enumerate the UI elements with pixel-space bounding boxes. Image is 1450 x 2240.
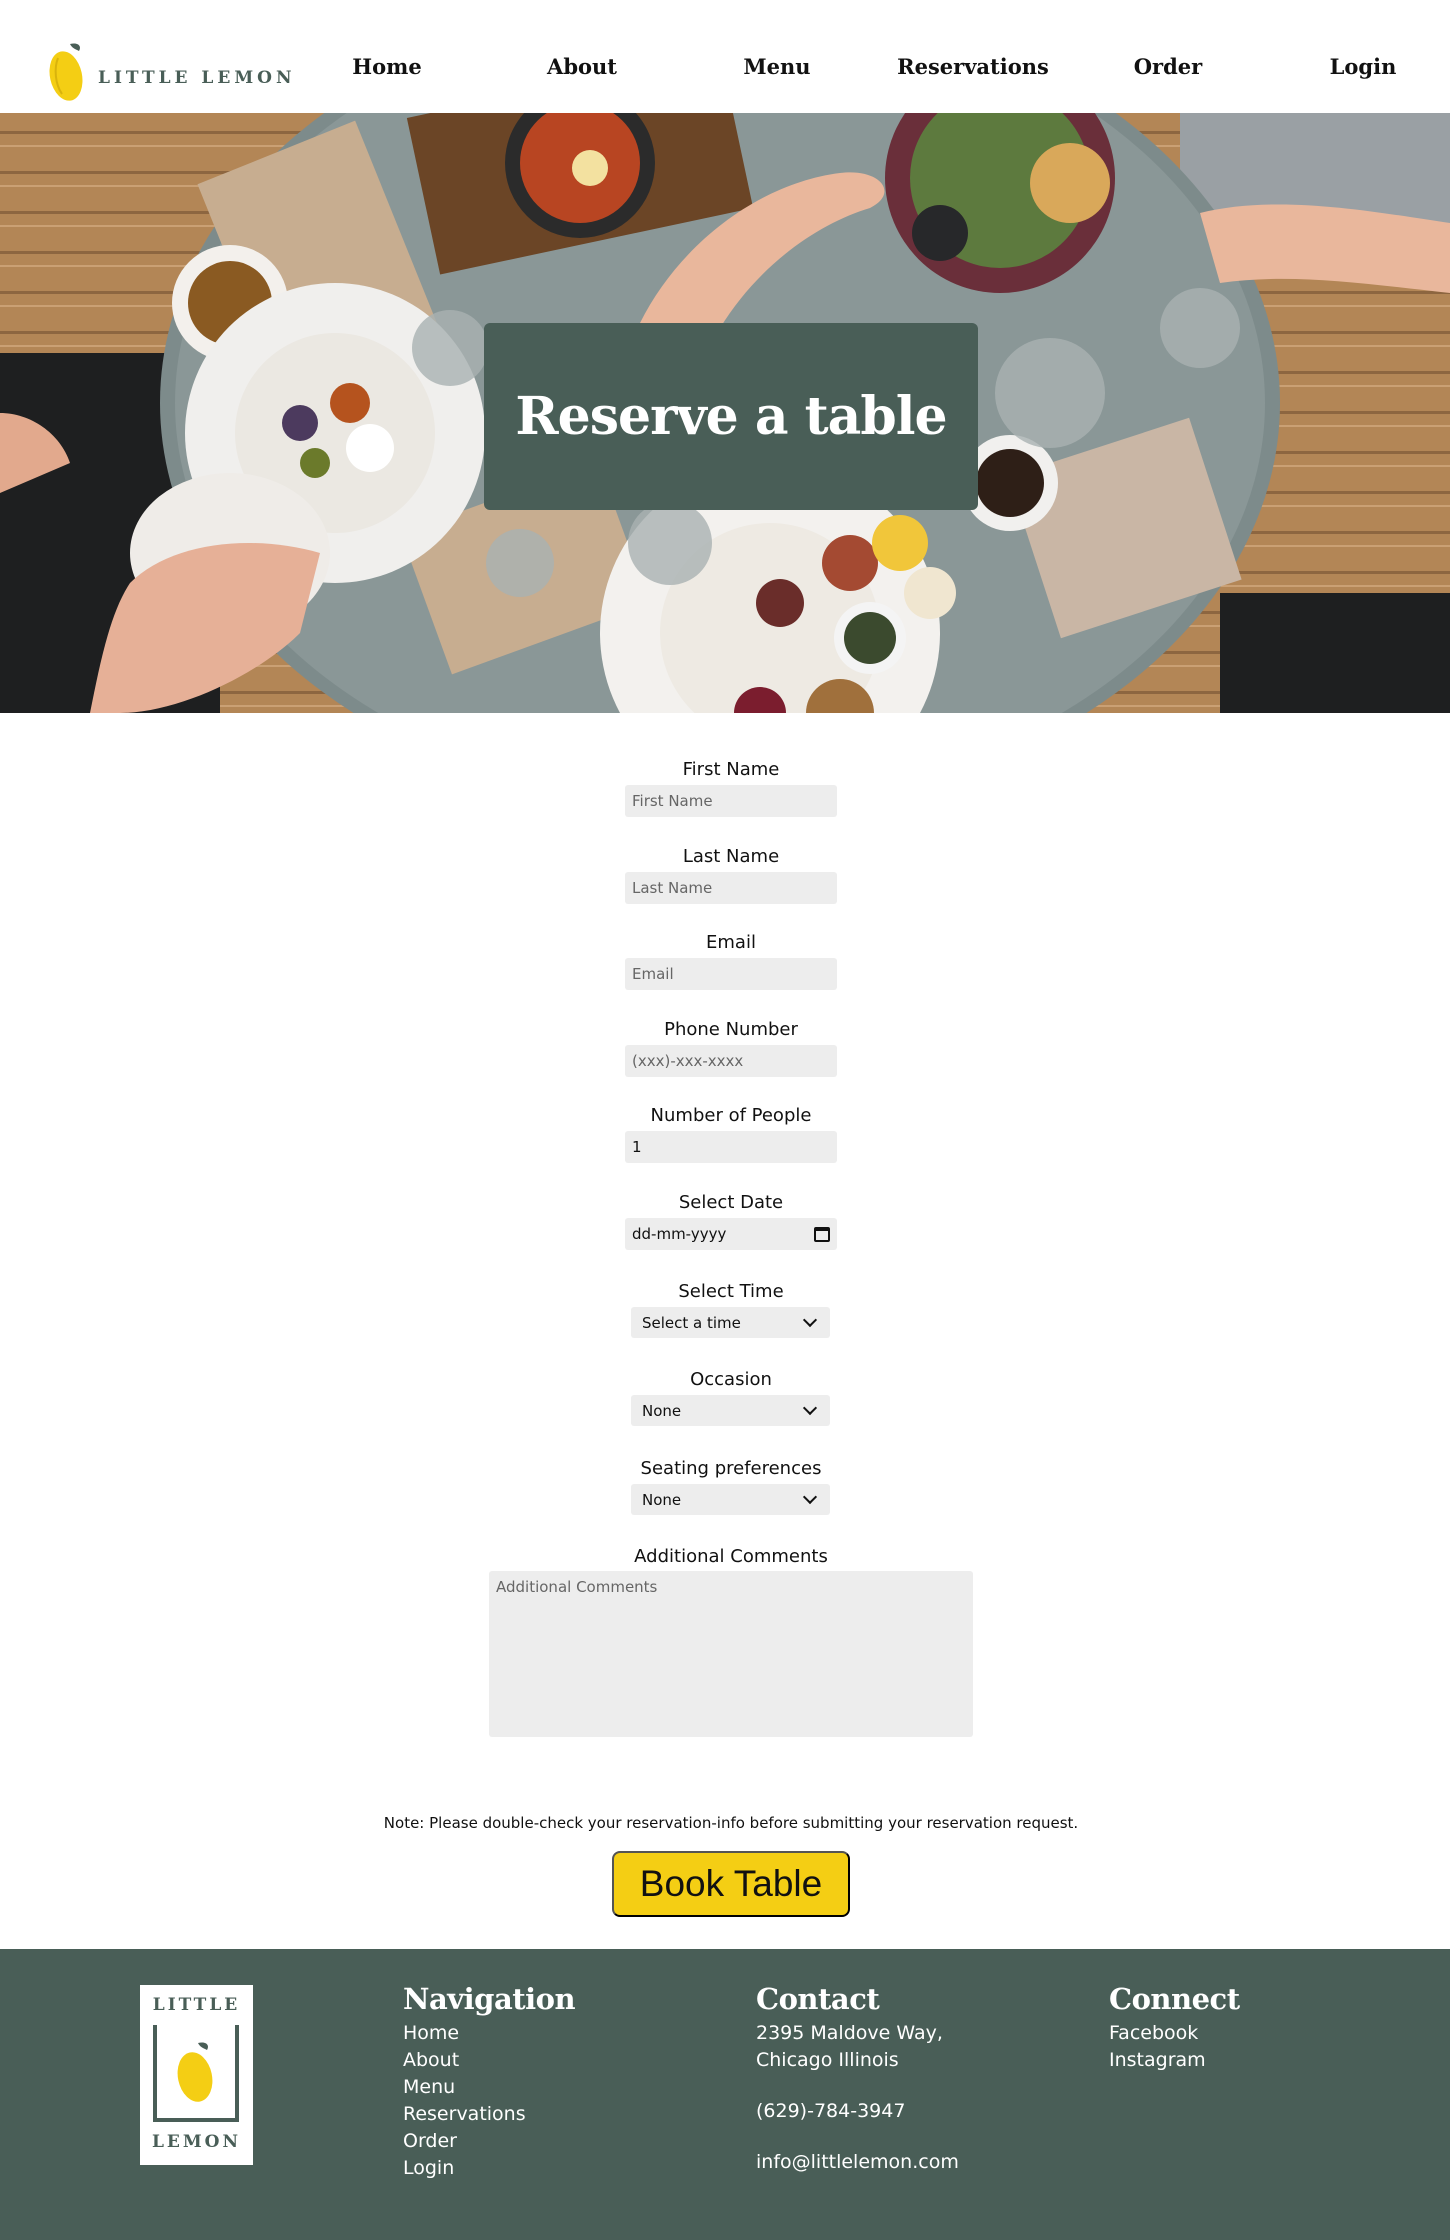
brand-logo[interactable]: LITTLE LEMON [48,40,296,104]
nav-reservations[interactable]: Reservations [897,54,1049,79]
email-input[interactable]: Email [625,958,837,990]
footer-connect: Connect Facebook Instagram [1109,1982,1240,2074]
footer-address-line1: 2395 Maldove Way, [756,2022,943,2044]
footer-contact-heading: Contact [756,1982,880,2016]
last-name-label: Last Name [682,846,780,867]
first-name-label: First Name [682,759,780,780]
nav-menu[interactable]: Menu [743,54,810,79]
footer-phone: (629)-784-3947 [756,2100,906,2122]
footer-link-facebook[interactable]: Facebook [1109,2020,1240,2047]
site-header: LITTLE LEMON Home About Menu Reservation… [0,0,1450,113]
footer-link-home[interactable]: Home [403,2020,575,2047]
nav-home[interactable]: Home [352,54,421,79]
footer-link-order[interactable]: Order [403,2128,575,2155]
brand-name: LITTLE LEMON [98,68,296,88]
calendar-icon[interactable] [814,1226,830,1242]
comments-textarea[interactable]: Additional Comments [489,1571,973,1737]
footer-navigation: Navigation Home About Menu Reservations … [403,1982,576,2182]
seating-selected: None [642,1490,682,1509]
nav-order[interactable]: Order [1134,54,1202,79]
footer-connect-heading: Connect [1109,1982,1240,2016]
time-select[interactable]: Select a time [631,1307,830,1338]
footer-address-line2: Chicago Illinois [756,2049,899,2071]
chevron-down-icon [802,1489,818,1505]
footer-link-menu[interactable]: Menu [403,2074,575,2101]
comments-label: Additional Comments [634,1546,828,1567]
occasion-select[interactable]: None [631,1395,830,1426]
seating-label: Seating preferences [640,1458,822,1479]
footer-logo-bottom-text: LEMON [151,2132,242,2152]
footer-nav-heading: Navigation [403,1982,576,2016]
date-value: dd-mm-yyyy [632,1225,727,1243]
chevron-down-icon [802,1312,818,1328]
occasion-label: Occasion [690,1369,772,1390]
footer-logo-top-text: LITTLE [152,1995,241,2015]
seating-select[interactable]: None [631,1484,830,1515]
occasion-selected: None [642,1401,682,1420]
footer-link-instagram[interactable]: Instagram [1109,2047,1240,2074]
page-title: Reserve a table [515,386,947,447]
nav-about[interactable]: About [547,54,617,79]
email-label: Email [706,932,756,953]
first-name-input[interactable]: First Name [625,785,837,817]
time-label: Select Time [678,1281,784,1302]
phone-label: Phone Number [664,1019,798,1040]
lemon-icon [177,2042,213,2102]
site-footer: LITTLE LEMON Navigation Home About Menu … [0,1949,1450,2240]
time-selected: Select a time [642,1313,741,1332]
footer-contact: Contact 2395 Maldove Way, Chicago Illino… [756,1982,959,2176]
footer-logo[interactable]: LITTLE LEMON [140,1985,253,2165]
footer-email[interactable]: info@littlelemon.com [756,2149,959,2176]
footer-link-login[interactable]: Login [403,2155,575,2182]
people-label: Number of People [650,1105,812,1126]
last-name-input[interactable]: Last Name [625,872,837,904]
lemon-icon [49,43,83,101]
hero-banner: Reserve a table [0,113,1450,713]
hero-title-card: Reserve a table [484,323,978,510]
book-table-button[interactable]: Book Table [612,1851,850,1917]
footer-link-about[interactable]: About [403,2047,575,2074]
footer-link-reservations[interactable]: Reservations [403,2101,575,2128]
people-input[interactable]: 1 [625,1131,837,1163]
nav-login[interactable]: Login [1330,54,1397,79]
date-label: Select Date [678,1192,784,1213]
chevron-down-icon [802,1400,818,1416]
reservation-note: Note: Please double-check your reservati… [383,1814,1079,1832]
phone-input[interactable]: (xxx)-xxx-xxxx [625,1045,837,1077]
date-input[interactable]: dd-mm-yyyy [625,1218,837,1250]
